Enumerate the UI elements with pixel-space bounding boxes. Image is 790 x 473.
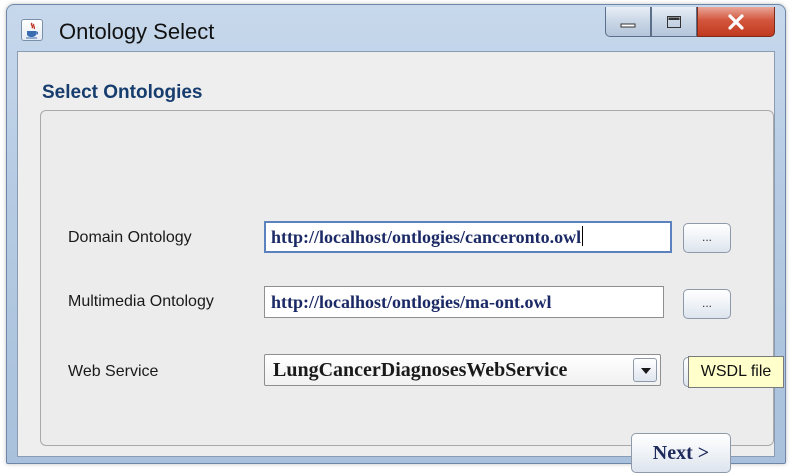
web-service-select[interactable]: LungCancerDiagnosesWebService bbox=[264, 354, 661, 386]
ontology-select-window: Ontology Select Select Ontologies Domain… bbox=[6, 4, 786, 473]
window-title: Ontology Select bbox=[59, 19, 215, 44]
web-service-selected-value: LungCancerDiagnosesWebService bbox=[273, 359, 568, 381]
close-icon bbox=[728, 13, 744, 30]
domain-ontology-field[interactable]: http://localhost/ontlogies/canceronto.ow… bbox=[264, 221, 672, 253]
wsdl-file-tooltip: WSDL file bbox=[688, 356, 784, 388]
chevron-down-icon[interactable] bbox=[633, 358, 657, 382]
domain-ontology-browse-button[interactable]: ... bbox=[683, 223, 731, 253]
close-button[interactable] bbox=[697, 7, 775, 37]
java-app-icon bbox=[21, 19, 43, 41]
dialog-content: Select Ontologies Domain Ontology http:/… bbox=[17, 51, 775, 473]
domain-ontology-label: Domain Ontology bbox=[68, 229, 192, 246]
multimedia-ontology-label: Multimedia Ontology bbox=[68, 293, 214, 310]
ontology-group-panel: Domain Ontology http://localhost/ontlogi… bbox=[40, 110, 774, 473]
multimedia-ontology-browse-button[interactable]: ... bbox=[683, 289, 731, 319]
text-caret bbox=[582, 226, 584, 246]
multimedia-ontology-field[interactable]: http://localhost/ontlogies/ma-ont.owl bbox=[264, 286, 664, 318]
multimedia-ontology-value: http://localhost/ontlogies/ma-ont.owl bbox=[271, 292, 552, 312]
minimize-button[interactable] bbox=[605, 7, 651, 37]
section-title: Select Ontologies bbox=[42, 82, 203, 103]
next-button[interactable]: Next > bbox=[631, 433, 731, 473]
web-service-label: Web Service bbox=[68, 363, 159, 380]
domain-ontology-value: http://localhost/ontlogies/canceronto.ow… bbox=[271, 227, 582, 247]
title-bar[interactable]: Ontology Select bbox=[7, 5, 785, 51]
maximize-icon bbox=[667, 15, 681, 28]
minimize-icon bbox=[620, 23, 636, 27]
maximize-button[interactable] bbox=[651, 7, 697, 37]
window-controls bbox=[605, 7, 775, 39]
